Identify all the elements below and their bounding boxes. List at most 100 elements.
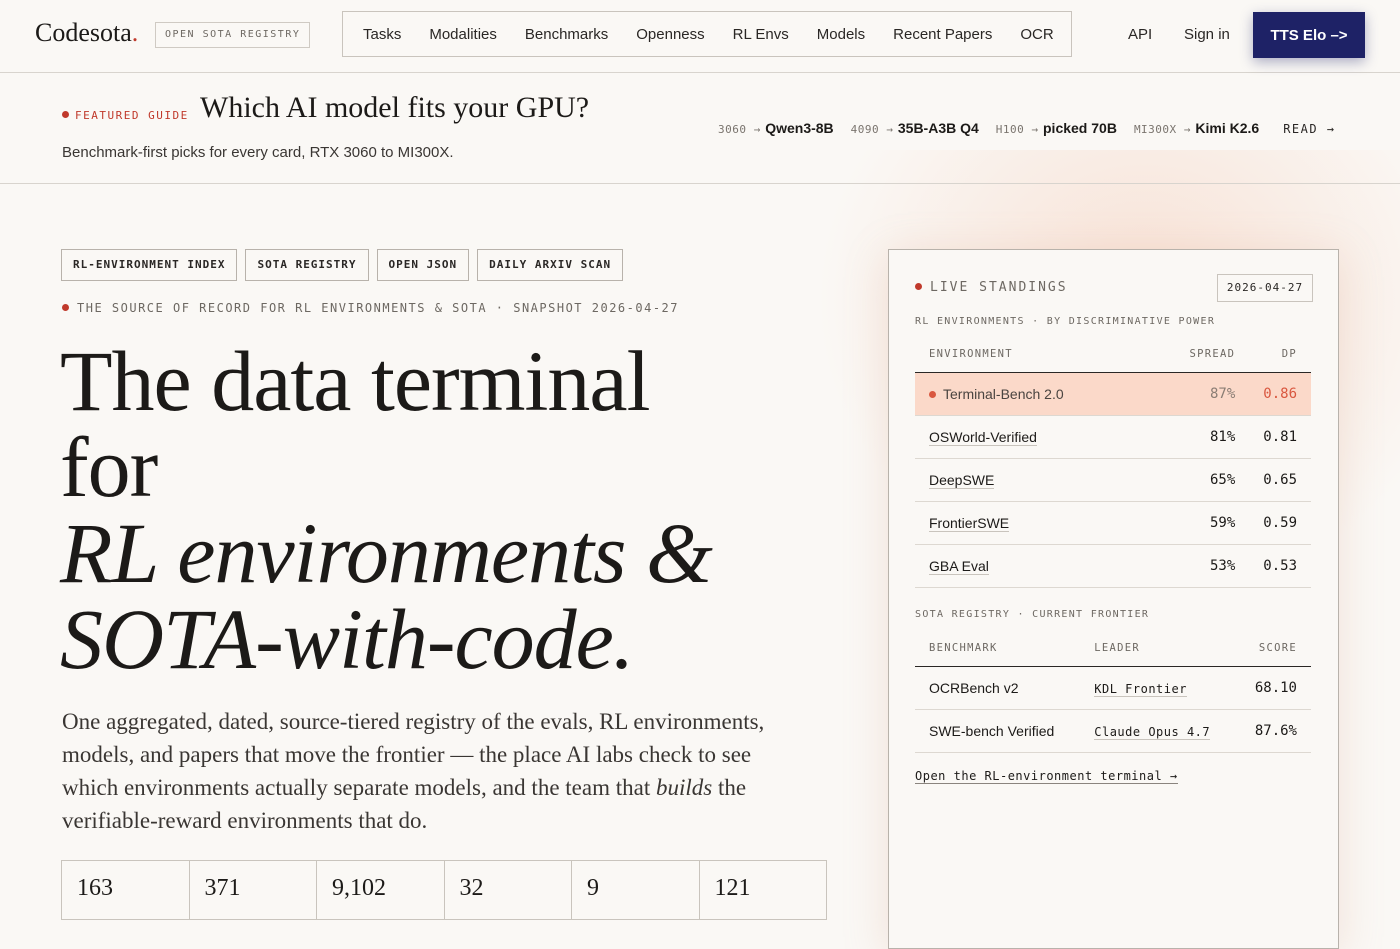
table-header-row: BENCHMARK LEADER SCORE (915, 630, 1311, 667)
stat-value: 163 (62, 861, 190, 919)
open-terminal-link[interactable]: Open the RL-environment terminal → (915, 769, 1178, 784)
tag-sota-registry[interactable]: SOTA REGISTRY (245, 249, 369, 281)
sota-table: BENCHMARK LEADER SCORE OCRBench v2 KDL F… (915, 630, 1311, 753)
table-row-highlighted[interactable]: Terminal-Bench 2.0 87% 0.86 (915, 372, 1311, 416)
hero-headline: The data terminal for RL environments & … (60, 338, 820, 682)
stat-value: 371 (190, 861, 317, 919)
dp-cell: 0.53 (1249, 544, 1311, 588)
col-environment: ENVIRONMENT (915, 336, 1145, 373)
dp-cell: 0.81 (1249, 415, 1311, 459)
col-score: SCORE (1235, 630, 1311, 667)
nav-openness[interactable]: Openness (625, 26, 715, 43)
leader-cell: KDL Frontier (1080, 666, 1236, 710)
dp-cell: 0.59 (1249, 501, 1311, 545)
headline-line-italic: SOTA-with-code. (60, 591, 634, 687)
nav-benchmarks[interactable]: Benchmarks (514, 26, 619, 43)
gpu-picks: 3060 → Qwen3-8B 4090 → 35B-A3B Q4 H100 →… (718, 120, 1336, 138)
tag-rl-environment-index[interactable]: RL-ENVIRONMENT INDEX (61, 249, 238, 281)
table-row[interactable]: FrontierSWE 59% 0.59 (915, 501, 1311, 545)
table-row[interactable]: GBA Eval 53% 0.53 (915, 544, 1311, 588)
env-section-title: RL ENVIRONMENTS · BY DISCRIMINATIVE POWE… (915, 316, 1216, 327)
env-name[interactable]: OSWorld-Verified (929, 429, 1037, 446)
gpu-model: Qwen3-8B (765, 120, 834, 136)
benchmark-cell[interactable]: OCRBench v2 (915, 666, 1081, 710)
spread-cell: 87% (1144, 372, 1250, 416)
table-row[interactable]: SWE-bench Verified Claude Opus 4.7 87.6% (915, 709, 1311, 753)
env-cell: DeepSWE (915, 458, 1145, 502)
benchmark-cell[interactable]: SWE-bench Verified (915, 709, 1081, 753)
gpu-model: 35B-A3B Q4 (897, 120, 979, 136)
spread-cell: 65% (1144, 458, 1250, 502)
featured-guide-title[interactable]: Which AI model fits your GPU? (200, 91, 589, 125)
nav-models[interactable]: Models (806, 26, 876, 43)
featured-guide-subtitle: Benchmark-first picks for every card, RT… (62, 144, 454, 161)
live-dot-icon (915, 283, 922, 290)
gpu-model: Kimi K2.6 (1195, 120, 1260, 136)
leader-cell: Claude Opus 4.7 (1080, 709, 1236, 753)
hero-description: One aggregated, dated, source-tiered reg… (62, 705, 792, 837)
env-cell: OSWorld-Verified (915, 415, 1145, 459)
read-link[interactable]: READ → (1283, 122, 1335, 136)
stats-row: 163 371 9,102 32 9 121 (61, 860, 827, 920)
spread-cell: 59% (1144, 501, 1250, 545)
gpu-name: 4090 → (850, 123, 894, 136)
leader-link[interactable]: KDL Frontier (1094, 682, 1187, 697)
nav-rl-envs[interactable]: RL Envs (722, 26, 800, 43)
top-navigation-bar: Codesota. OPEN SOTA REGISTRY Tasks Modal… (0, 0, 1400, 73)
live-standings-label: LIVE STANDINGS (915, 280, 1068, 295)
env-cell: GBA Eval (915, 544, 1145, 588)
sign-in-link[interactable]: Sign in (1184, 26, 1230, 43)
bullet-icon (62, 111, 69, 118)
tag-open-json[interactable]: OPEN JSON (376, 249, 470, 281)
sota-section-title: SOTA REGISTRY · CURRENT FRONTIER (915, 609, 1150, 620)
live-label-text: LIVE STANDINGS (930, 280, 1068, 295)
gpu-model: picked 70B (1043, 120, 1117, 136)
headline-line-italic: RL environments & (60, 505, 713, 601)
table-header-row: ENVIRONMENT SPREAD DP (915, 336, 1311, 373)
featured-guide-banner[interactable]: FEATURED GUIDE Which AI model fits your … (0, 73, 1400, 184)
logo-dot: . (131, 18, 139, 47)
env-name[interactable]: Terminal-Bench 2.0 (943, 386, 1064, 402)
spread-cell: 53% (1144, 544, 1250, 588)
live-standings-panel: LIVE STANDINGS 2026-04-27 RL ENVIRONMENT… (888, 249, 1339, 949)
nav-tasks[interactable]: Tasks (352, 26, 412, 43)
table-row[interactable]: DeepSWE 65% 0.65 (915, 458, 1311, 502)
stat-value: 121 (714, 875, 751, 901)
main-nav: Tasks Modalities Benchmarks Openness RL … (342, 11, 1072, 57)
registry-badge: OPEN SOTA REGISTRY (155, 22, 311, 48)
stat-value: 32 (445, 861, 572, 919)
dp-cell: 0.65 (1249, 458, 1311, 502)
gpu-name: MI300X → (1133, 123, 1191, 136)
source-line: THE SOURCE OF RECORD FOR RL ENVIRONMENTS… (62, 301, 679, 315)
gpu-name: H100 → (995, 123, 1039, 136)
env-cell: Terminal-Bench 2.0 (915, 372, 1145, 416)
stat-value: 9 (572, 861, 700, 919)
api-link[interactable]: API (1128, 26, 1152, 43)
site-logo[interactable]: Codesota. (35, 18, 138, 48)
headline-line: The data terminal (60, 333, 651, 429)
highlight-dot-icon (929, 391, 936, 398)
gpu-pick: H100 → picked 70B (996, 120, 1117, 138)
env-name[interactable]: GBA Eval (929, 558, 989, 575)
dp-cell: 0.86 (1249, 372, 1311, 416)
table-row[interactable]: OSWorld-Verified 81% 0.81 (915, 415, 1311, 459)
tag-daily-arxiv-scan[interactable]: DAILY ARXIV SCAN (477, 249, 624, 281)
env-cell: FrontierSWE (915, 501, 1145, 545)
col-spread: SPREAD (1144, 336, 1250, 373)
nav-ocr[interactable]: OCR (1009, 26, 1064, 43)
tts-elo-button[interactable]: TTS Elo –> (1253, 12, 1365, 58)
env-name[interactable]: FrontierSWE (929, 515, 1010, 532)
col-leader: LEADER (1080, 630, 1236, 667)
score-cell: 68.10 (1235, 666, 1311, 710)
snapshot-date: 2026-04-27 (1217, 274, 1313, 302)
logo-text: Codesota (35, 18, 132, 47)
nav-modalities[interactable]: Modalities (418, 26, 508, 43)
table-row[interactable]: OCRBench v2 KDL Frontier 68.10 (915, 666, 1311, 710)
score-cell: 87.6% (1235, 709, 1311, 753)
spread-cell: 81% (1144, 415, 1250, 459)
env-name[interactable]: DeepSWE (929, 472, 995, 489)
environments-table: ENVIRONMENT SPREAD DP Terminal-Bench 2.0… (915, 336, 1311, 588)
leader-link[interactable]: Claude Opus 4.7 (1094, 725, 1211, 740)
nav-recent-papers[interactable]: Recent Papers (882, 26, 1003, 43)
gpu-pick: 3060 → Qwen3-8B (718, 120, 834, 138)
